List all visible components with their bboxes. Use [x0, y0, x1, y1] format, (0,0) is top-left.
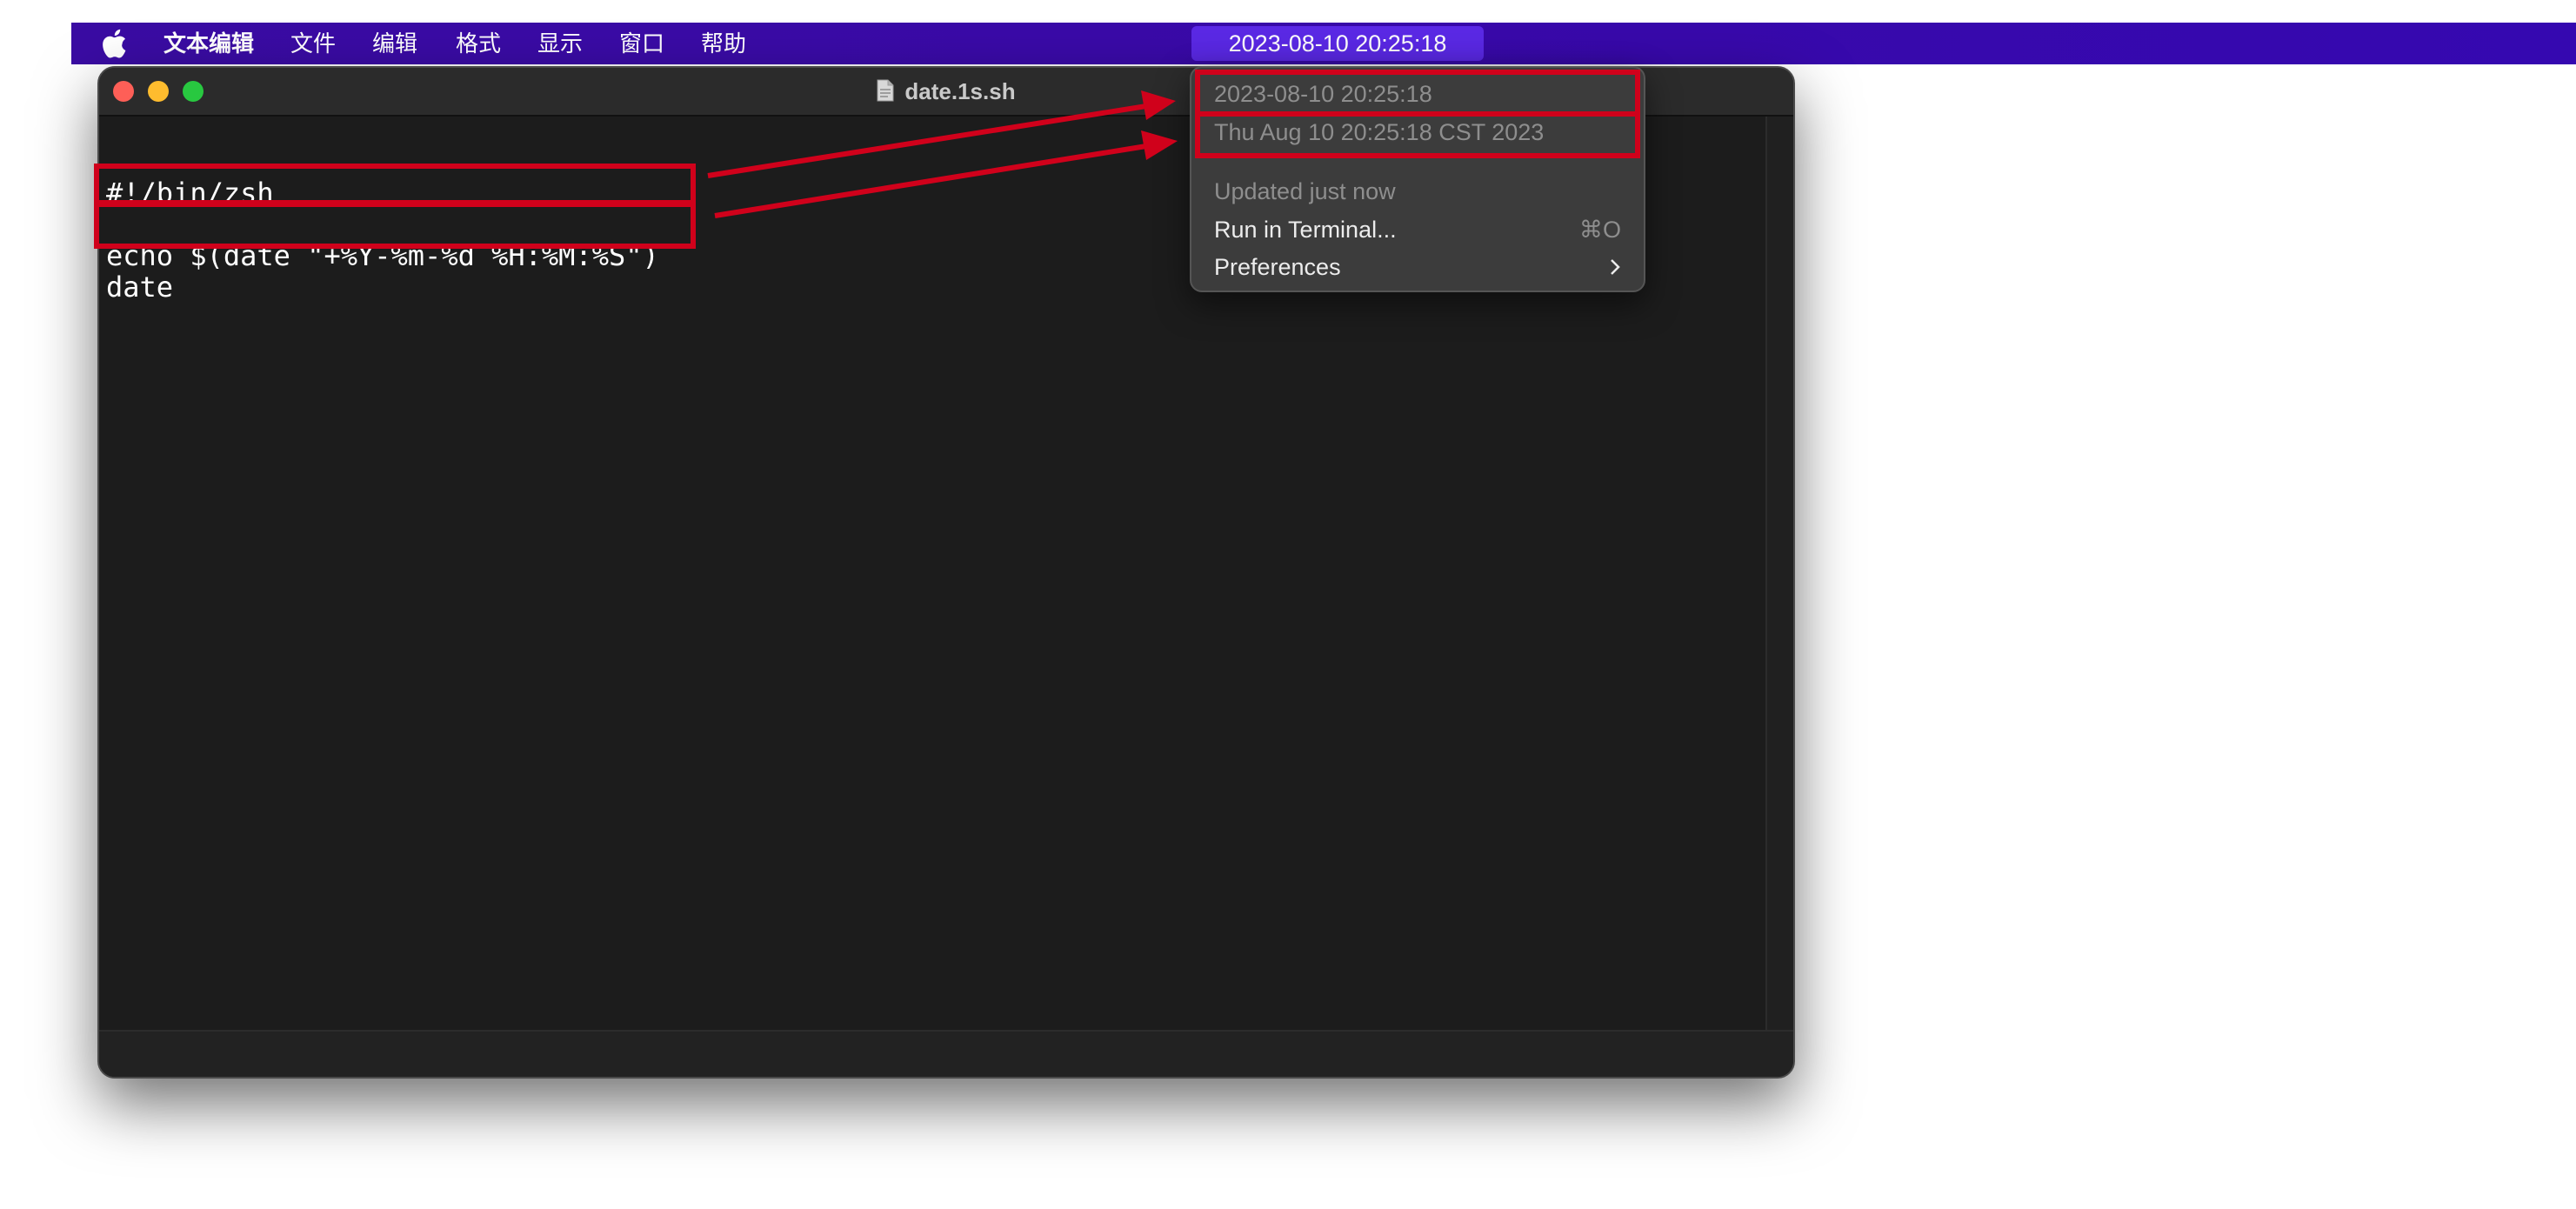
arrow-to-output-1	[707, 90, 1176, 178]
arrow-to-output-2	[714, 130, 1178, 218]
annotation-arrows	[707, 90, 1178, 218]
